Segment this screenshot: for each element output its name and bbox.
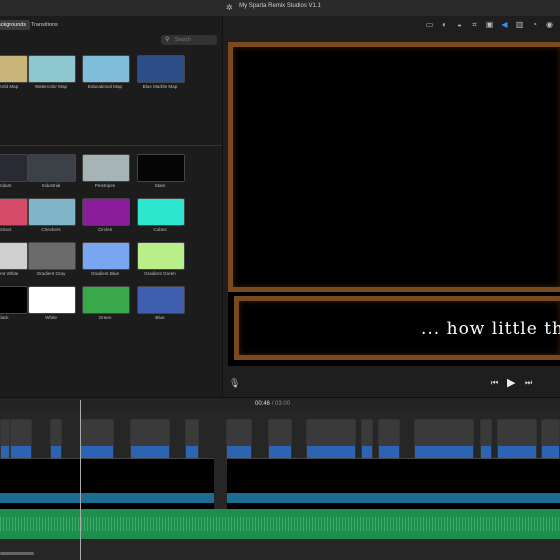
background-thumbnail[interactable] bbox=[82, 242, 130, 270]
background-thumbnail[interactable] bbox=[82, 198, 130, 226]
time-separator: / bbox=[271, 401, 274, 407]
color-balance-icon[interactable]: ◐ bbox=[440, 20, 449, 29]
search-placeholder: Search bbox=[175, 37, 191, 43]
playback-controls: 🎙 ⏮ ▶ ⏭ bbox=[223, 372, 560, 396]
clip-thumbnail bbox=[481, 420, 491, 446]
background-label: Pendant bbox=[0, 183, 12, 188]
background-thumbnail[interactable] bbox=[28, 286, 76, 314]
play-button[interactable]: ▶ bbox=[507, 376, 515, 389]
background-thumbnail[interactable] bbox=[0, 242, 28, 270]
clip-thumbnail bbox=[498, 420, 536, 446]
filter-icon[interactable]: ◉ bbox=[545, 20, 554, 29]
clip-thumbnail bbox=[379, 420, 399, 446]
clip-audio-band bbox=[227, 493, 560, 503]
background-label: Gradient Green bbox=[144, 271, 176, 276]
background-label: Blue bbox=[155, 315, 165, 320]
window-title: My Sparta Remix Studios V1.1 bbox=[239, 3, 321, 9]
skip-forward-icon[interactable]: ⏭ bbox=[525, 378, 532, 388]
background-label: Industrial bbox=[41, 183, 61, 188]
background-label: Pinstripes bbox=[94, 183, 116, 188]
content-browser: Backgrounds Transitions ⚲ Search Old Wor… bbox=[0, 16, 223, 397]
clip-thumbnail bbox=[415, 420, 473, 446]
background-thumbnail[interactable] bbox=[82, 55, 130, 83]
background-label: Stars bbox=[154, 183, 166, 188]
volume-icon[interactable]: ◀ bbox=[500, 20, 509, 29]
background-label: Gradient White bbox=[0, 271, 19, 276]
clip-thumbnail bbox=[362, 420, 372, 446]
search-input[interactable]: ⚲ Search bbox=[161, 35, 217, 45]
clip-thumbnail bbox=[186, 420, 198, 446]
clip-thumbnail bbox=[269, 420, 291, 446]
background-thumbnail[interactable] bbox=[0, 286, 28, 314]
background-thumbnail[interactable] bbox=[137, 242, 185, 270]
clip-thumbnail bbox=[81, 420, 113, 446]
title-bar: ✲ My Sparta Remix Studios V1.1 bbox=[0, 0, 560, 17]
background-label: Black bbox=[0, 315, 9, 320]
current-time: 00:46 bbox=[255, 401, 271, 407]
tab-backgrounds[interactable]: Backgrounds bbox=[0, 20, 31, 30]
background-label: Blue Marble Map bbox=[142, 84, 178, 89]
caption-box: ... how little they bbox=[234, 296, 560, 360]
timecode: 00:46 / 03:00 bbox=[255, 401, 290, 407]
music-track[interactable] bbox=[0, 509, 560, 539]
skip-back-icon[interactable]: ⏮ bbox=[491, 378, 498, 388]
stabilization-icon[interactable]: ▣ bbox=[485, 20, 494, 29]
background-thumbnail[interactable] bbox=[28, 154, 76, 182]
video-caption: ... how little they bbox=[421, 319, 560, 339]
clip-audio-band bbox=[0, 493, 214, 503]
background-label: Checkers bbox=[41, 227, 61, 232]
clip-thumbnail bbox=[11, 420, 31, 446]
viewer-toolbar: ▭ ◐ ◒ ⌗ ▣ ◀ ▥ ◔ ◉ bbox=[223, 16, 560, 36]
background-thumbnail[interactable] bbox=[137, 198, 185, 226]
background-thumbnail[interactable] bbox=[137, 55, 185, 83]
clip-thumbnail bbox=[1, 420, 9, 446]
noise-reduction-icon[interactable]: ▥ bbox=[515, 20, 524, 29]
background-label: Old World Map bbox=[0, 84, 19, 89]
background-thumbnail[interactable] bbox=[82, 286, 130, 314]
background-label: Gradient Gray bbox=[36, 271, 66, 276]
background-label: Educational Map bbox=[87, 84, 123, 89]
video-frame-top bbox=[228, 42, 560, 292]
speed-icon[interactable]: ◔ bbox=[530, 20, 539, 29]
microphone-icon[interactable]: 🎙 bbox=[229, 378, 240, 389]
background-label: Watercolor Map bbox=[34, 84, 68, 89]
background-thumbnail[interactable] bbox=[0, 198, 28, 226]
clip-thumbnail bbox=[51, 420, 61, 446]
background-label: Circles bbox=[97, 227, 113, 232]
playhead[interactable] bbox=[80, 400, 81, 560]
background-label: Cubes bbox=[153, 227, 167, 232]
crop-icon[interactable]: ⌗ bbox=[470, 20, 479, 29]
background-label: Abstract bbox=[0, 227, 12, 232]
audio-waveform bbox=[0, 517, 560, 531]
background-thumbnail[interactable] bbox=[28, 242, 76, 270]
background-label: Gradient Blue bbox=[90, 271, 120, 276]
background-label: White bbox=[45, 315, 57, 320]
background-label: Green bbox=[98, 315, 112, 320]
section-divider bbox=[0, 145, 222, 146]
crop-size-icon[interactable]: ▭ bbox=[425, 20, 434, 29]
clip-thumbnail bbox=[307, 420, 355, 446]
search-icon: ⚲ bbox=[165, 37, 170, 43]
background-thumbnail[interactable] bbox=[137, 154, 185, 182]
timeline-header: 00:46 / 03:00 bbox=[0, 397, 560, 412]
clip-thumbnail bbox=[227, 420, 251, 446]
video-preview: ... how little they bbox=[228, 42, 560, 366]
clip-thumbnail bbox=[131, 420, 169, 446]
timeline[interactable] bbox=[0, 411, 560, 560]
clip-thumbnail bbox=[542, 420, 559, 446]
total-time: 03:00 bbox=[275, 401, 291, 407]
background-thumbnail[interactable] bbox=[0, 154, 28, 182]
background-thumbnail[interactable] bbox=[137, 286, 185, 314]
background-thumbnail[interactable] bbox=[28, 198, 76, 226]
tab-transitions[interactable]: Transitions bbox=[27, 20, 62, 30]
color-correction-icon[interactable]: ◒ bbox=[455, 20, 464, 29]
background-thumbnail[interactable] bbox=[28, 55, 76, 83]
background-thumbnail[interactable] bbox=[0, 55, 28, 83]
background-thumbnail[interactable] bbox=[82, 154, 130, 182]
timeline-scrollbar[interactable] bbox=[0, 552, 34, 555]
